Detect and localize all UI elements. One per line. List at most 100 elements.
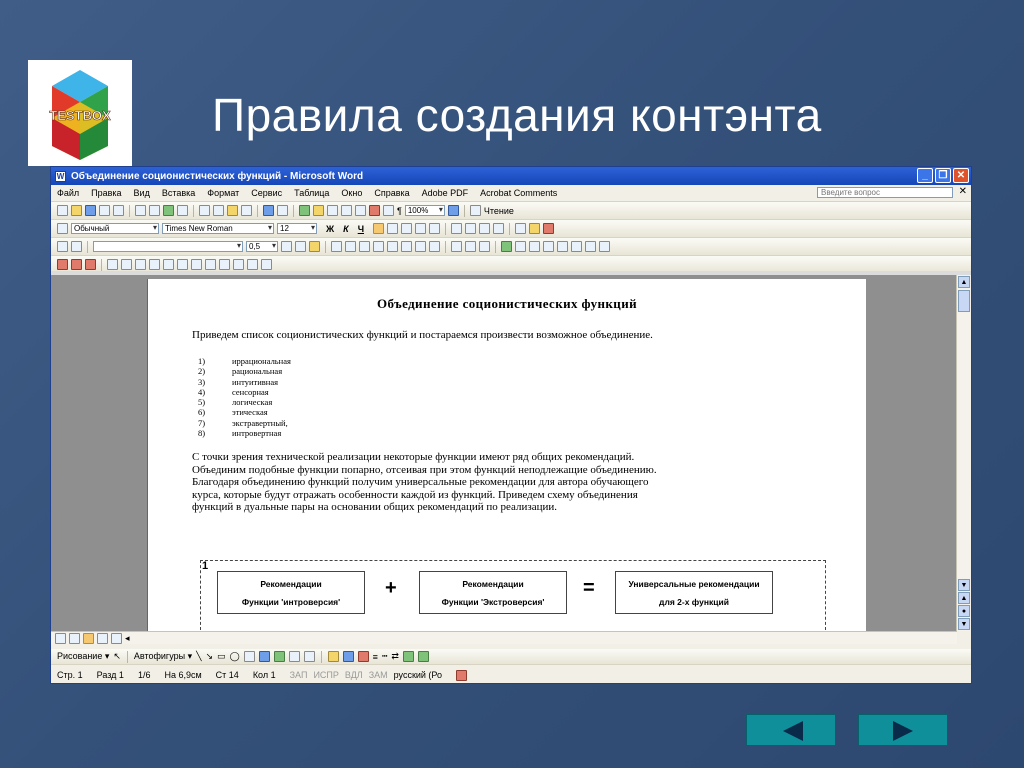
next-page-icon[interactable]: ▼ <box>958 618 970 630</box>
bullets-icon[interactable] <box>465 223 477 234</box>
align-center-icon[interactable] <box>387 223 399 234</box>
line-weight-select[interactable]: 0,5 <box>246 241 278 252</box>
frame-below-icon[interactable] <box>177 259 188 270</box>
delete-frame-icon[interactable] <box>191 259 202 270</box>
new-frame-icon[interactable] <box>233 259 244 270</box>
line-spacing-icon[interactable] <box>429 223 441 234</box>
insert-picture-icon[interactable] <box>303 651 315 662</box>
shadow-style-icon[interactable] <box>402 651 414 662</box>
select-browse-object-icon[interactable]: ● <box>958 605 970 617</box>
align-cells-icon[interactable] <box>373 241 384 252</box>
decrease-indent-icon[interactable] <box>479 223 491 234</box>
3d-style-icon[interactable] <box>417 651 429 662</box>
merge-cells-icon[interactable] <box>345 241 356 252</box>
copy-icon[interactable] <box>213 205 224 216</box>
insert-table-icon[interactable] <box>327 205 338 216</box>
autoshapes-menu-button[interactable]: Автофигуры ▾ <box>134 651 192 662</box>
save-icon[interactable] <box>85 205 96 216</box>
shading-color-icon[interactable] <box>309 241 320 252</box>
field-options-icon[interactable] <box>543 241 554 252</box>
status-ext[interactable]: ВДЛ <box>345 670 363 680</box>
close-button[interactable]: ✕ <box>953 168 969 183</box>
help-icon[interactable] <box>447 205 459 216</box>
web-view-icon[interactable] <box>69 632 80 644</box>
insert-excel-icon[interactable] <box>341 205 352 216</box>
fill-color-icon[interactable] <box>327 651 339 662</box>
table-of-contents-icon[interactable] <box>219 259 230 270</box>
menu-acrobat-comments[interactable]: Acrobat Comments <box>480 188 557 198</box>
help-search-input[interactable]: Введите вопрос <box>817 187 953 198</box>
document-map-icon[interactable] <box>383 205 394 216</box>
autosum-icon[interactable] <box>479 241 490 252</box>
draw-menu-button[interactable]: Рисование ▾ <box>57 651 109 662</box>
redo-icon[interactable] <box>277 205 288 216</box>
split-cells-icon[interactable] <box>359 241 370 252</box>
paste-icon[interactable] <box>227 205 238 216</box>
email-icon[interactable] <box>113 205 124 216</box>
minimize-button[interactable]: _ <box>917 168 933 183</box>
format-painter-icon[interactable] <box>241 205 252 216</box>
close-document-icon[interactable]: ✕ <box>959 186 967 197</box>
autoformat-icon[interactable] <box>415 241 426 252</box>
scroll-thumb[interactable] <box>958 290 970 312</box>
align-right-icon[interactable] <box>401 223 413 234</box>
document-page[interactable]: Объединение соционистических функций При… <box>147 279 866 639</box>
frame-left-icon[interactable] <box>135 259 146 270</box>
frame-above-icon[interactable] <box>163 259 174 270</box>
status-ovr[interactable]: ЗАМ <box>369 670 388 680</box>
outside-border-icon[interactable] <box>295 241 306 252</box>
scroll-up-icon[interactable]: ▲ <box>958 276 970 288</box>
reading-view-icon[interactable] <box>111 632 122 644</box>
dash-style-icon[interactable]: ┅ <box>382 651 387 662</box>
horizontal-scrollbar[interactable]: ◂ <box>51 631 957 644</box>
pdf-email-icon[interactable] <box>71 259 82 270</box>
dropdown-field-icon[interactable] <box>529 241 540 252</box>
text-box-icon[interactable] <box>243 651 255 662</box>
numbering-icon[interactable] <box>451 223 463 234</box>
zoom-select[interactable]: 100% <box>404 205 445 216</box>
checkbox-field-icon[interactable] <box>515 241 526 252</box>
spelling-status-icon[interactable] <box>456 669 468 681</box>
text-direction-icon[interactable] <box>429 241 440 252</box>
line-style-select[interactable] <box>93 241 243 252</box>
menu-file[interactable]: Файл <box>57 188 79 198</box>
option-button-icon[interactable] <box>571 241 582 252</box>
font-size-select[interactable]: 12 <box>277 223 317 234</box>
list-box-icon[interactable] <box>585 241 596 252</box>
underline-button[interactable]: Ч <box>358 224 364 234</box>
line-color-icon[interactable] <box>342 651 354 662</box>
restore-button[interactable]: ❐ <box>935 168 951 183</box>
styles-icon[interactable] <box>57 223 68 234</box>
permission-icon[interactable] <box>99 205 110 216</box>
print-preview-icon[interactable] <box>149 205 160 216</box>
insert-table-menu-icon[interactable] <box>331 241 342 252</box>
menu-table[interactable]: Таблица <box>294 188 329 198</box>
diagram-icon[interactable] <box>273 651 285 662</box>
italic-button[interactable]: К <box>343 224 349 234</box>
arrow-style-icon[interactable]: ⇄ <box>391 651 399 662</box>
highlight-icon[interactable] <box>529 223 541 234</box>
justify-icon[interactable] <box>415 223 427 234</box>
hyperlink-icon[interactable] <box>299 205 310 216</box>
read-button[interactable]: Чтение <box>484 206 514 216</box>
bold-button[interactable]: Ж <box>326 224 334 234</box>
prev-slide-button[interactable] <box>746 714 836 746</box>
pdf-review-icon[interactable] <box>85 259 96 270</box>
status-trk[interactable]: ИСПР <box>313 670 338 680</box>
style-select[interactable]: Обычный <box>71 223 159 234</box>
spelling-icon[interactable] <box>163 205 174 216</box>
tables-borders-icon[interactable] <box>313 205 324 216</box>
increase-indent-icon[interactable] <box>493 223 505 234</box>
print-layout-icon[interactable] <box>83 632 94 644</box>
frame-properties-icon[interactable] <box>205 259 216 270</box>
borders-icon[interactable] <box>515 223 527 234</box>
font-color-icon[interactable] <box>543 223 555 234</box>
wordart-icon[interactable] <box>258 651 270 662</box>
distribute-columns-icon[interactable] <box>401 241 412 252</box>
menu-format[interactable]: Формат <box>207 188 239 198</box>
menu-edit[interactable]: Правка <box>91 188 121 198</box>
pdf-convert-icon[interactable] <box>57 259 68 270</box>
draw-font-color-icon[interactable] <box>357 651 369 662</box>
eraser-icon[interactable] <box>71 241 82 252</box>
select-objects-icon[interactable]: ↖ <box>113 651 121 662</box>
